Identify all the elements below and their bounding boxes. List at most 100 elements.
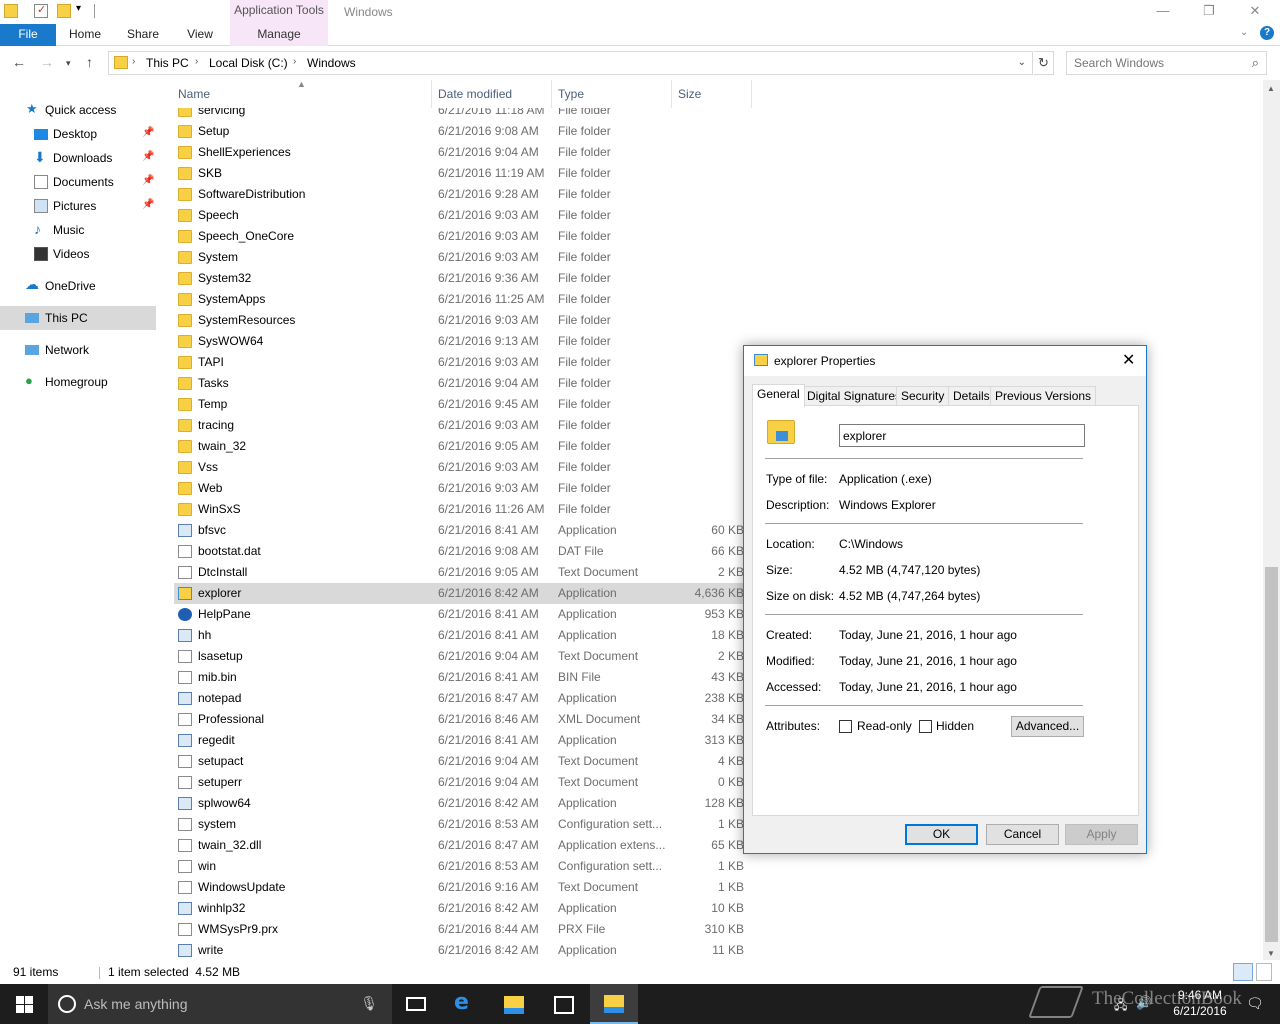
file-row[interactable]: System32 6/21/2016 9:36 AM File folder [174,268,744,289]
file-row[interactable]: Tasks 6/21/2016 9:04 AM File folder [174,373,744,394]
close-button[interactable]: ✕ [1232,0,1278,24]
chevron-down-icon[interactable]: ⌄ [1018,57,1026,68]
ok-button[interactable]: OK [905,824,978,845]
file-row[interactable]: mib.bin 6/21/2016 8:41 AM BIN File 43 KB [174,667,744,688]
file-row[interactable]: bfsvc 6/21/2016 8:41 AM Application 60 KB [174,520,744,541]
file-row[interactable]: SystemResources 6/21/2016 9:03 AM File fol… [174,310,744,331]
file-row[interactable]: WMSysPr9.prx 6/21/2016 8:44 AM PRX File 310… [174,919,744,940]
nav-music[interactable]: ♪ Music [0,218,156,242]
breadcrumb-this-pc[interactable]: This PC [146,56,189,70]
file-row[interactable]: SoftwareDistribution 6/21/2016 9:28 AM Fil… [174,184,744,205]
read-only-label[interactable]: Read-only [857,719,912,733]
file-row[interactable]: write 6/21/2016 8:42 AM Application 11 KB [174,940,744,960]
scrollbar-thumb[interactable] [1265,567,1278,942]
back-button[interactable]: ← [12,54,26,70]
file-row[interactable]: WinSxS 6/21/2016 11:26 AM File folder [174,499,744,520]
expand-ribbon-icon[interactable]: ⌄ [1240,27,1248,38]
new-folder-icon[interactable] [57,4,71,18]
file-row[interactable]: win 6/21/2016 8:53 AM Configuration sett..… [174,856,744,877]
file-row[interactable]: splwow64 6/21/2016 8:42 AM Application 128 … [174,793,744,814]
file-row[interactable]: Temp 6/21/2016 9:45 AM File folder [174,394,744,415]
cortana-search-box[interactable]: Ask me anything 🎙 [48,984,392,1024]
file-row[interactable]: Vss 6/21/2016 9:03 AM File folder [174,457,744,478]
help-icon[interactable]: ? [1260,26,1274,40]
folder-icon[interactable] [4,4,18,18]
dialog-title-bar[interactable]: explorer Properties ✕ [744,346,1146,376]
chevron-right-icon[interactable]: › [195,56,198,67]
file-row[interactable]: tracing 6/21/2016 9:03 AM File folder [174,415,744,436]
microphone-icon[interactable]: 🎙 [360,995,378,1012]
tab-file[interactable]: File [0,24,56,46]
large-icons-view-button[interactable] [1256,963,1272,981]
column-divider[interactable] [431,80,432,108]
start-button[interactable] [0,984,48,1024]
refresh-button[interactable]: ↻ [1034,51,1054,75]
cancel-button[interactable]: Cancel [986,824,1059,845]
search-icon[interactable]: ⌕ [1252,55,1259,71]
breadcrumb-local-disk[interactable]: Local Disk (C:) [209,56,288,70]
file-row[interactable]: explorer 6/21/2016 8:42 AM Application 4,63… [174,583,744,604]
breadcrumb-windows[interactable]: Windows [307,56,356,70]
nav-network[interactable]: Network [0,338,156,362]
file-row[interactable]: TAPI 6/21/2016 9:03 AM File folder [174,352,744,373]
nav-documents[interactable]: Documents 📌 [0,170,156,194]
scroll-up-icon[interactable]: ▲ [1267,84,1275,93]
scroll-down-icon[interactable]: ▼ [1267,949,1275,958]
dialog-close-button[interactable]: ✕ [1122,350,1135,370]
column-size[interactable]: Size [678,87,701,101]
vertical-scrollbar[interactable]: ▲ ▼ [1263,80,1280,960]
nav-onedrive[interactable]: ☁ OneDrive [0,274,156,298]
file-row[interactable]: SysWOW64 6/21/2016 9:13 AM File folder [174,331,744,352]
tab-details[interactable]: Details [948,386,995,406]
column-date[interactable]: Date modified [438,87,512,101]
pin-icon[interactable]: 📌 [142,151,154,162]
maximize-button[interactable]: ❐ [1186,0,1232,24]
nav-videos[interactable]: Videos [0,242,156,266]
file-row[interactable]: setuperr 6/21/2016 9:04 AM Text Document 0 … [174,772,744,793]
file-row[interactable]: Web 6/21/2016 9:03 AM File folder [174,478,744,499]
details-view-button[interactable] [1233,963,1253,981]
nav-this-pc[interactable]: This PC [0,306,156,330]
chevron-right-icon[interactable]: › [132,56,135,67]
read-only-checkbox[interactable] [839,720,852,733]
nav-quick-access[interactable]: ★ Quick access [0,98,156,122]
file-row[interactable]: Professional 6/21/2016 8:46 AM XML Documen… [174,709,744,730]
tab-share[interactable]: Share [120,24,166,46]
nav-homegroup[interactable]: ● Homegroup [0,370,156,394]
pin-icon[interactable]: 📌 [142,127,154,138]
up-button[interactable]: ↑ [86,54,93,70]
file-row[interactable]: WindowsUpdate 6/21/2016 9:16 AM Text Docum… [174,877,744,898]
tab-previous-versions[interactable]: Previous Versions [990,386,1097,406]
hidden-label[interactable]: Hidden [936,719,974,733]
tab-general[interactable]: General [752,384,805,407]
search-input[interactable] [1074,56,1239,70]
file-row[interactable]: Speech 6/21/2016 9:03 AM File folder [174,205,744,226]
recent-locations-button[interactable]: ▾ [66,58,71,69]
taskbar-file-explorer[interactable] [490,984,538,1024]
file-row[interactable]: regedit 6/21/2016 8:41 AM Application 313 K… [174,730,744,751]
file-row[interactable]: setupact 6/21/2016 9:04 AM Text Document 4 … [174,751,744,772]
taskbar-file-explorer-active[interactable] [590,984,638,1024]
file-row[interactable]: servicing 6/21/2016 11:18 AM File folder [174,108,744,121]
address-bar[interactable]: › This PC › Local Disk (C:) › Windows ⌄ [108,51,1033,75]
file-row[interactable]: Speech_OneCore 6/21/2016 9:03 AM File fold… [174,226,744,247]
advanced-button[interactable]: Advanced... [1011,716,1084,737]
tab-digital-signatures[interactable]: Digital Signatures [802,386,907,406]
file-row[interactable]: HelpPane 6/21/2016 8:41 AM Application 953 … [174,604,744,625]
column-type[interactable]: Type [558,87,584,101]
taskbar-edge[interactable]: e [440,984,488,1024]
tab-manage[interactable]: Manage [230,24,328,46]
tab-home[interactable]: Home [62,24,108,46]
file-row[interactable]: bootstat.dat 6/21/2016 9:08 AM DAT File 66 … [174,541,744,562]
chevron-right-icon[interactable]: › [293,56,296,67]
column-divider[interactable] [751,80,752,108]
column-divider[interactable] [671,80,672,108]
file-row[interactable]: Setup 6/21/2016 9:08 AM File folder [174,121,744,142]
file-row[interactable]: twain_32 6/21/2016 9:05 AM File folder [174,436,744,457]
nav-desktop[interactable]: Desktop 📌 [0,122,156,146]
tab-security[interactable]: Security [896,386,950,406]
file-row[interactable]: DtcInstall 6/21/2016 9:05 AM Text Document… [174,562,744,583]
file-row[interactable]: SystemApps 6/21/2016 11:25 AM File folder [174,289,744,310]
file-row[interactable]: System 6/21/2016 9:03 AM File folder [174,247,744,268]
file-row[interactable]: winhlp32 6/21/2016 8:42 AM Application 10 K… [174,898,744,919]
